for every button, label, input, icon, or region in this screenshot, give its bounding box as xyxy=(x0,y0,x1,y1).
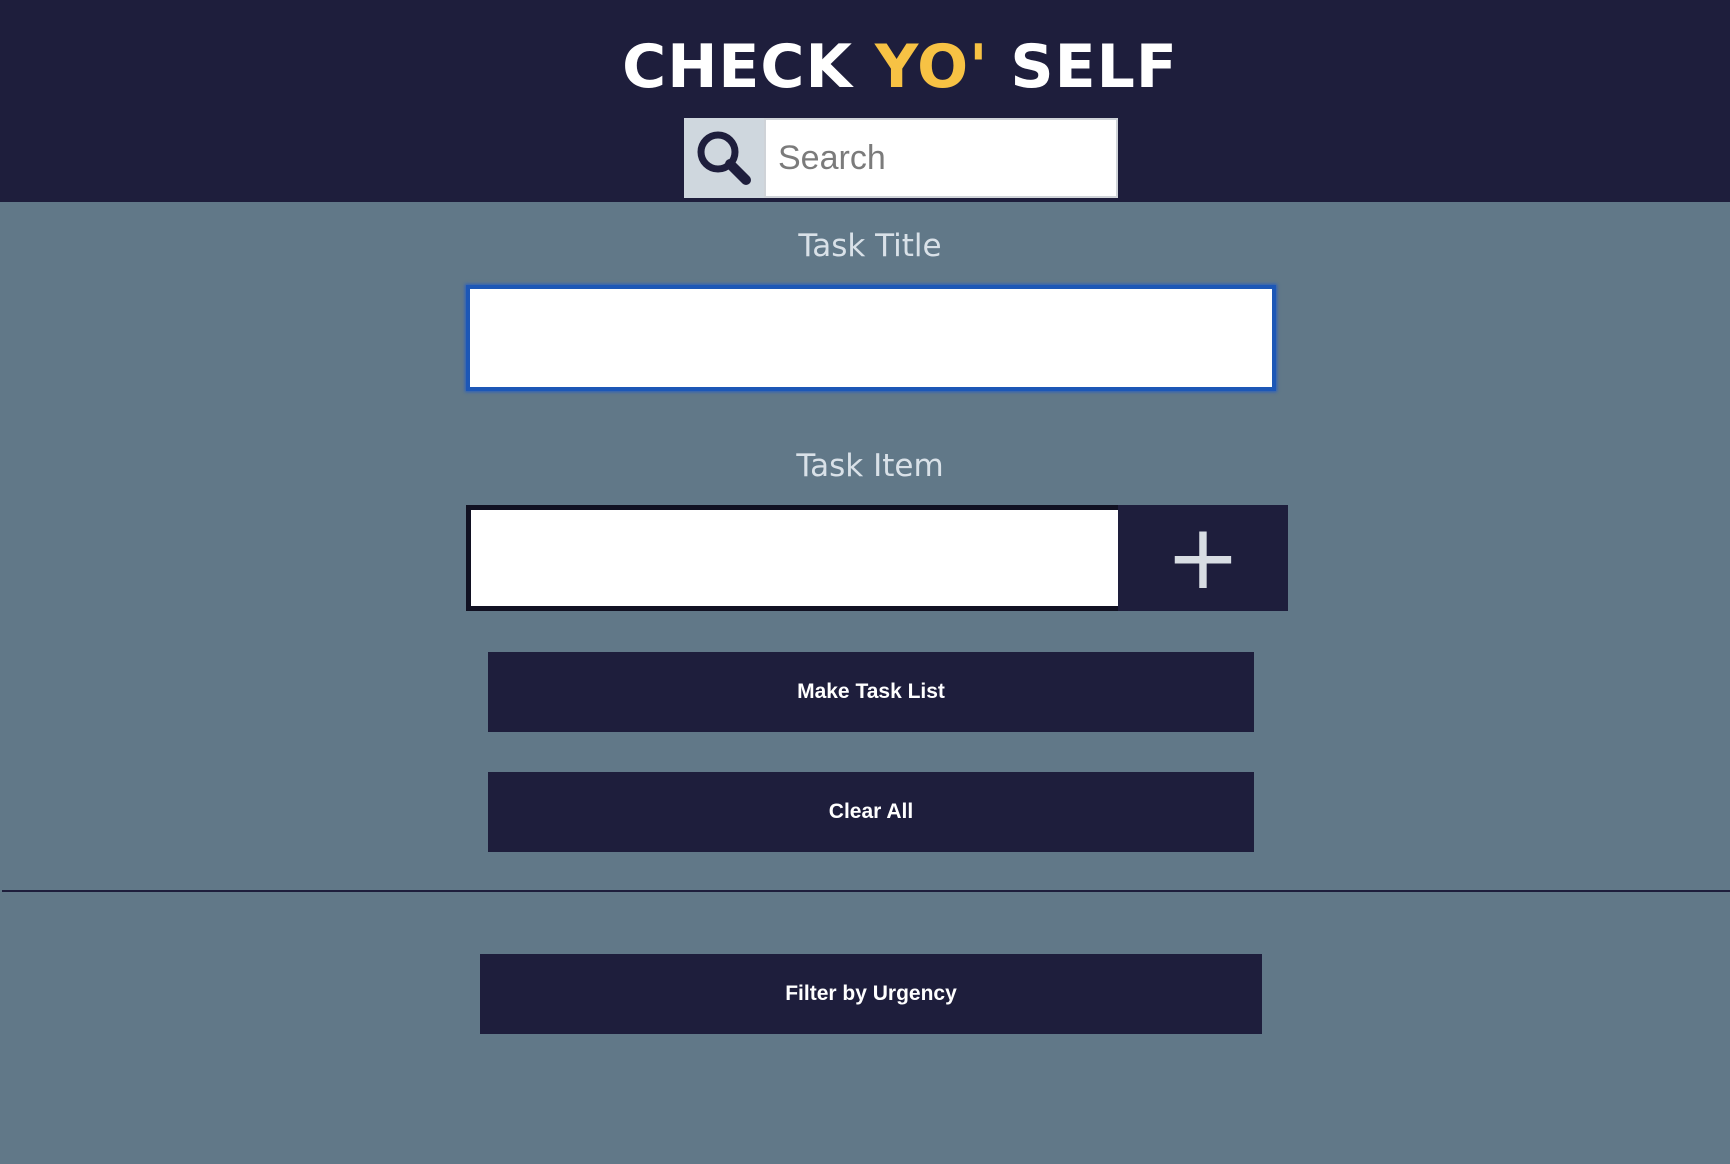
add-task-item-button[interactable]: + xyxy=(1118,505,1288,611)
search-button[interactable] xyxy=(684,118,764,198)
task-title-label: Task Title xyxy=(798,228,942,264)
task-item-label: Task Item xyxy=(796,448,944,484)
make-task-list-button[interactable]: Make Task List xyxy=(488,652,1254,732)
task-title-input[interactable] xyxy=(466,285,1276,391)
task-item-input[interactable] xyxy=(466,505,1120,611)
section-divider xyxy=(2,890,1730,892)
filter-by-urgency-button[interactable]: Filter by Urgency xyxy=(480,954,1262,1034)
plus-icon: + xyxy=(1165,505,1241,610)
search-icon xyxy=(697,131,751,185)
search-bar xyxy=(684,118,1118,198)
app-title-part1: CHECK xyxy=(622,32,875,102)
app-header: CHECK YO' SELF xyxy=(0,0,1730,202)
search-input[interactable] xyxy=(764,118,1118,198)
app-title-part2: SELF xyxy=(988,32,1178,102)
app-title: CHECK YO' SELF xyxy=(0,30,1730,104)
clear-all-button[interactable]: Clear All xyxy=(488,772,1254,852)
app-title-accent: YO' xyxy=(874,32,989,102)
